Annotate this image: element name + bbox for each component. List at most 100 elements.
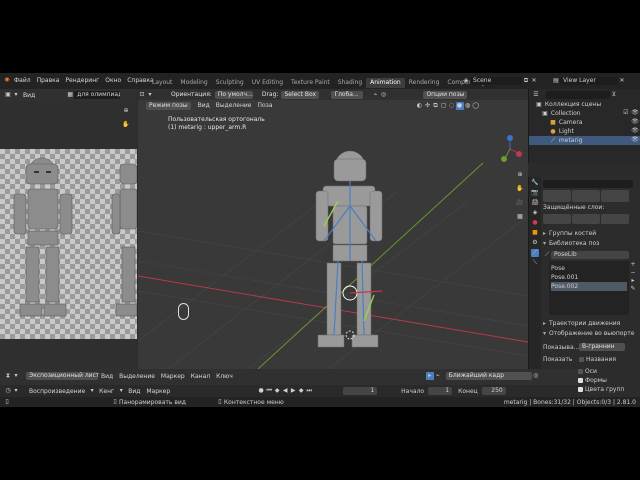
tab-sculpting[interactable]: Sculpting — [212, 78, 248, 88]
end-field[interactable]: 250 — [481, 387, 506, 395]
outliner-search[interactable] — [546, 90, 610, 99]
blender-logo-icon[interactable]: ◉ — [3, 76, 11, 84]
wireframe-shading-icon[interactable]: ◌ — [448, 102, 456, 110]
chevron-down-icon[interactable]: ▾ — [12, 387, 20, 395]
filter-icon[interactable]: ⊻ — [610, 91, 618, 99]
camera-icon[interactable]: 🎥 — [516, 199, 524, 207]
section-pose-library[interactable]: ▾ Библиотека поз — [543, 239, 639, 249]
outliner-type-icon[interactable]: ☰ — [532, 91, 540, 99]
record-icon[interactable]: ● — [257, 387, 265, 395]
layer-block-1[interactable] — [543, 190, 571, 202]
chevron-down-icon[interactable]: ▾ — [146, 91, 154, 99]
start-field[interactable]: 1 — [428, 387, 453, 395]
dopesheet-marker-menu[interactable]: Маркер — [158, 373, 188, 380]
pose-options-dropdown[interactable]: Опции позы — [423, 90, 468, 99]
overlay-icon[interactable]: ⧉ — [432, 102, 440, 110]
world-tab-icon[interactable]: ● — [531, 219, 539, 227]
gizmo-icon[interactable]: ✣ — [424, 102, 432, 110]
next-key-icon[interactable]: ◆ — [297, 387, 305, 395]
proportional-icon[interactable]: ◎ — [379, 91, 387, 99]
pose-item[interactable]: Pose.001 — [551, 273, 627, 282]
close-icon[interactable]: ✕ — [618, 77, 626, 85]
properties-search[interactable] — [543, 180, 633, 188]
prev-key-icon[interactable]: ◆ — [273, 387, 281, 395]
current-frame-field[interactable]: 1 — [343, 387, 378, 395]
tab-uv-editing[interactable]: UV Editing — [248, 78, 287, 88]
checkbox-axes[interactable]: Оси — [578, 367, 640, 376]
solid-shading-icon[interactable]: ● — [455, 101, 464, 110]
render-tab-icon[interactable]: 📷 — [531, 189, 539, 197]
section-bone-groups[interactable]: ▸ Группы костей — [543, 229, 639, 239]
chevron-down-icon[interactable]: ▾ — [117, 387, 125, 395]
orientation-dropdown[interactable]: По умолч... — [214, 90, 253, 99]
viewport-view-menu[interactable]: Вид — [195, 102, 213, 109]
image-icon[interactable]: ▦ — [66, 91, 74, 99]
keying-menu[interactable]: Кенг — [96, 388, 117, 395]
zoom-icon[interactable]: ⊕ — [122, 107, 130, 115]
menu-render[interactable]: Рендеринг — [62, 77, 102, 84]
tab-animation[interactable]: Animation — [366, 78, 405, 88]
armature-tab-icon[interactable]: ⟋ — [531, 249, 539, 257]
tab-rendering[interactable]: Rendering — [405, 78, 444, 88]
dopesheet-channel-menu[interactable]: Канал — [188, 373, 213, 380]
play-icon[interactable]: ▶ — [289, 387, 297, 395]
editor-type-icon[interactable]: ⊡ — [138, 91, 146, 99]
zoom-icon[interactable]: ⊕ — [516, 171, 524, 179]
section-motion-paths[interactable]: ▸ Траектории движения — [543, 319, 620, 329]
bone-tab-icon[interactable]: ⟍ — [531, 259, 539, 267]
tab-modeling[interactable]: Modeling — [176, 78, 211, 88]
checkbox-group-colors[interactable]: Цвета групп — [578, 385, 640, 394]
chevron-down-icon[interactable]: ▾ — [12, 372, 20, 380]
dopesheet-mode-dropdown[interactable]: Экспозиционный лист — [26, 372, 99, 380]
object-tab-icon[interactable]: ■ — [531, 229, 539, 237]
protected-block-3[interactable] — [601, 214, 629, 224]
eye-icon[interactable]: 👁 — [631, 136, 639, 144]
image-view-menu[interactable]: Вид — [20, 92, 38, 99]
pose-item-selected[interactable]: Pose.002 — [551, 282, 627, 291]
outliner-item-collection[interactable]: ▣ Collection ☑ 👁 — [529, 109, 640, 118]
pose-item[interactable]: Pose — [551, 264, 627, 273]
dopesheet-type-icon[interactable]: ⧗ — [4, 372, 12, 380]
viewport-select-menu[interactable]: Выделение — [213, 102, 255, 109]
dopesheet-view-menu[interactable]: Вид — [98, 373, 116, 380]
tab-shading[interactable]: Shading — [334, 78, 366, 88]
timeline-marker-menu[interactable]: Маркер — [143, 388, 173, 395]
image-name-field[interactable]: для олимпиады.j — [74, 91, 121, 99]
viewport-pose-menu[interactable]: Поза — [254, 102, 275, 109]
scene-field[interactable]: Scene — [470, 77, 522, 85]
filter-icon[interactable]: ▸ — [425, 372, 434, 380]
snap-icon[interactable]: ⌁ — [371, 91, 379, 99]
dopesheet-key-menu[interactable]: Ключ — [213, 373, 236, 380]
poselib-field[interactable]: PoseLib — [551, 250, 629, 259]
rename-icon[interactable]: ✎ — [629, 285, 637, 293]
snap-dropdown[interactable]: Ближайший кадр — [445, 372, 532, 380]
outliner-item-camera[interactable]: ■ Camera 👁 — [529, 118, 640, 127]
outliner-item-metarig[interactable]: ⟋ metarig 👁 — [529, 136, 640, 145]
hand-icon[interactable]: ✋ — [516, 185, 524, 193]
jump-end-icon[interactable]: ⏭ — [305, 387, 313, 395]
visibility-icon[interactable]: ◐ — [416, 102, 424, 110]
tool-tab-icon[interactable]: 🔧 — [531, 179, 539, 187]
apply-icon[interactable]: ▸ — [629, 277, 637, 285]
view-layer-field[interactable]: View Layer — [560, 77, 618, 85]
outliner-item-light[interactable]: ● Light 👁 — [529, 127, 640, 136]
tab-layout[interactable]: Layout — [148, 78, 176, 88]
output-tab-icon[interactable]: 🖨 — [531, 199, 539, 207]
outliner-root[interactable]: ▣ Коллекция сцены — [529, 100, 640, 109]
chevron-down-icon[interactable]: ▾ — [12, 91, 20, 99]
protected-block-2[interactable] — [572, 214, 600, 224]
xray-icon[interactable]: ▢ — [440, 102, 448, 110]
section-viewport-display[interactable]: ▾ Отображение во вьюпорте — [543, 329, 634, 339]
pivot-dropdown[interactable]: Глоба... — [331, 90, 364, 99]
material-shading-icon[interactable]: ◍ — [464, 102, 472, 110]
dopesheet-select-menu[interactable]: Выделение — [116, 373, 158, 380]
rendered-shading-icon[interactable]: ◯ — [472, 102, 480, 110]
protected-block-1[interactable] — [543, 214, 571, 224]
timeline-type-icon[interactable]: ◷ — [4, 387, 12, 395]
eye-icon[interactable]: 👁 — [631, 127, 639, 135]
proportional-icon[interactable]: ◎ — [532, 372, 540, 380]
drag-dropdown[interactable]: Select Box — [281, 90, 320, 99]
checkbox-icon[interactable]: ☑ — [622, 109, 630, 117]
eye-icon[interactable]: 👁 — [631, 109, 639, 117]
chevron-down-icon[interactable]: ▾ — [88, 387, 96, 395]
